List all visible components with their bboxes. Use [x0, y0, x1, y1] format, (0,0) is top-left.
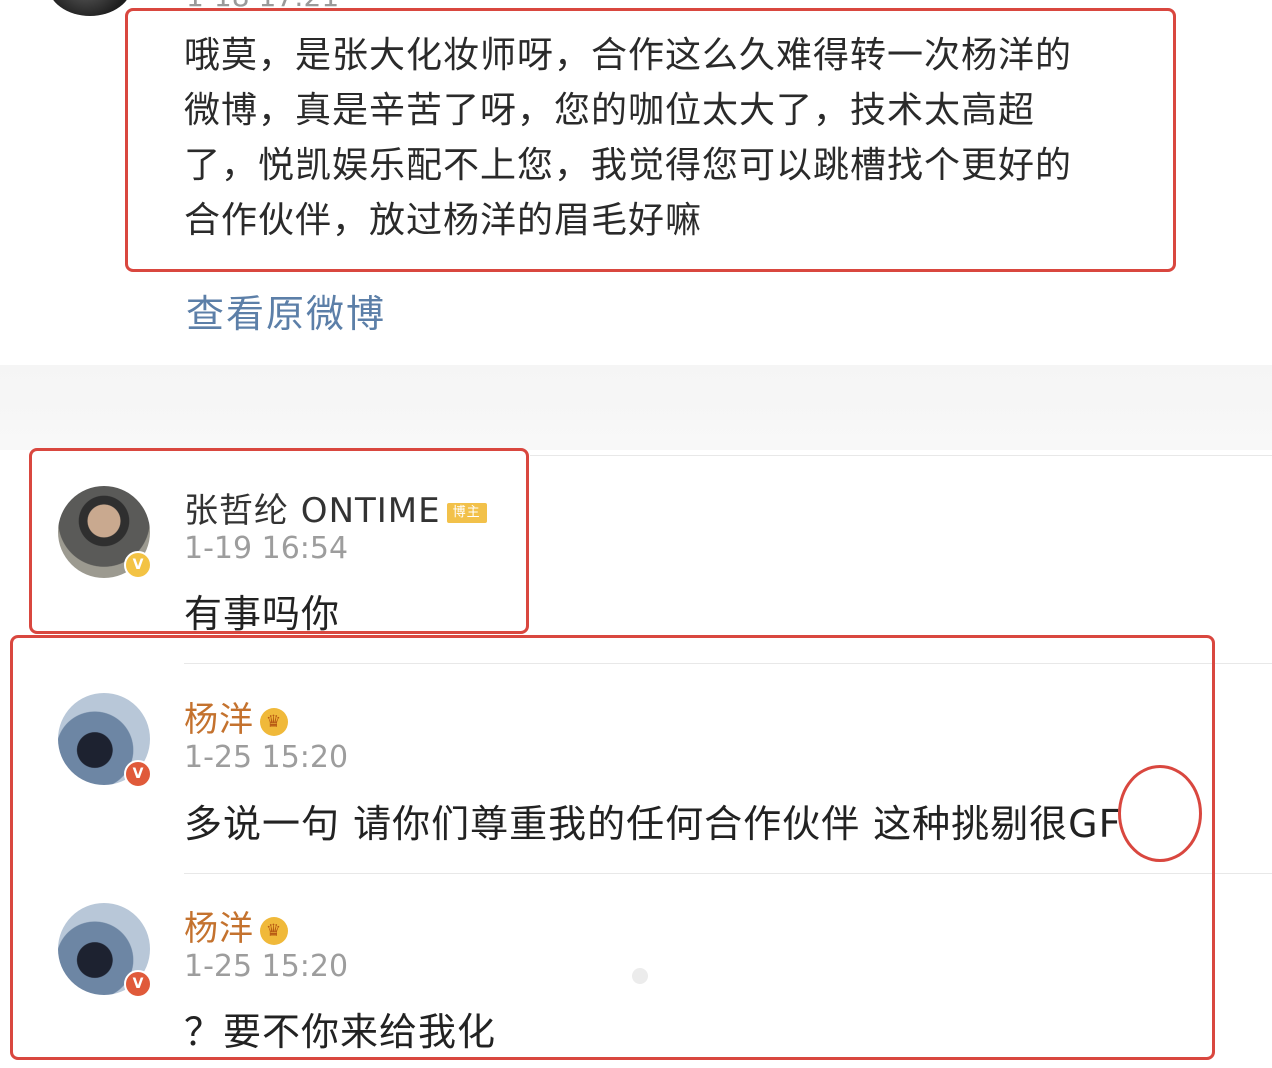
section-separator [0, 365, 1272, 450]
avatar[interactable] [48, 0, 132, 16]
view-original-link[interactable]: 查看原微博 [186, 283, 386, 338]
highlight-box-reply [29, 448, 529, 634]
highlight-box-replies [10, 635, 1215, 1060]
divider [530, 455, 1272, 456]
highlight-box-comment [125, 8, 1176, 272]
